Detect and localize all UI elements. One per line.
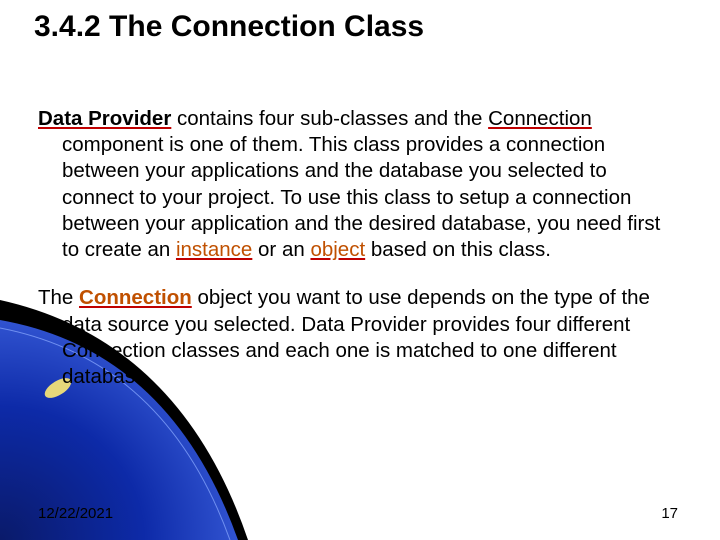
slide: 3.4.2 The Connection Class Data Provider… bbox=[0, 0, 720, 540]
term-connection: Connection bbox=[488, 107, 592, 130]
term-data-provider: Data Provider bbox=[38, 107, 171, 130]
paragraph-1: Data Provider contains four sub-classes … bbox=[38, 106, 678, 263]
footer-page-number: 17 bbox=[661, 505, 678, 522]
text: based on this class. bbox=[365, 238, 551, 261]
paragraph-2: The Connection object you want to use de… bbox=[38, 285, 678, 390]
text: or an bbox=[252, 238, 310, 261]
slide-footer: 12/22/2021 17 bbox=[38, 505, 678, 522]
term-instance: instance bbox=[176, 238, 252, 261]
term-object: object bbox=[310, 238, 365, 261]
term-connection-bold: Connection bbox=[79, 286, 192, 309]
text: contains four sub-classes and the bbox=[171, 107, 488, 130]
footer-date: 12/22/2021 bbox=[38, 505, 113, 522]
slide-title: 3.4.2 The Connection Class bbox=[34, 10, 424, 44]
text: The bbox=[38, 286, 79, 309]
slide-body: Data Provider contains four sub-classes … bbox=[38, 106, 678, 412]
